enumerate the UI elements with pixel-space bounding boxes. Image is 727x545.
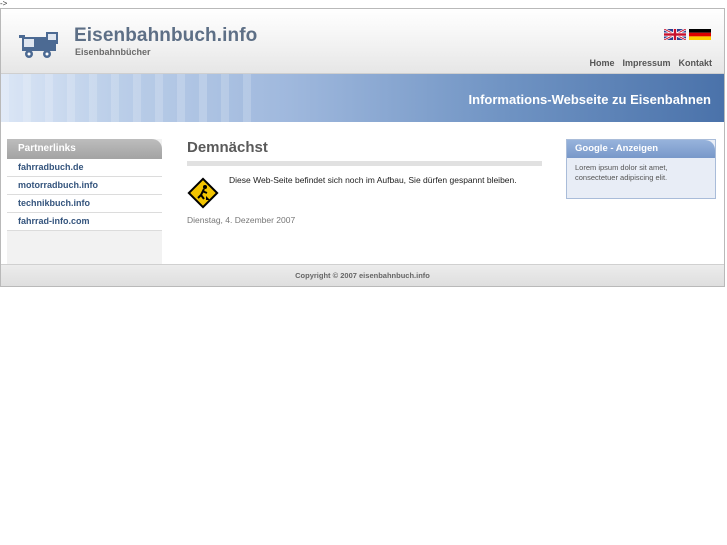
uk-flag-icon[interactable] — [664, 29, 686, 40]
site-title[interactable]: Eisenbahnbuch.info — [74, 25, 257, 47]
partner-link-fahrradbuch[interactable]: fahrradbuch.de — [7, 159, 162, 177]
nav-home[interactable]: Home — [589, 58, 614, 68]
banner: Informations-Webseite zu Eisenbahnen — [1, 74, 724, 122]
sidebar-partnerlinks: Partnerlinks fahrradbuch.de motorradbuch… — [7, 139, 162, 264]
nav-kontakt[interactable]: Kontakt — [679, 58, 713, 68]
banner-text: Informations-Webseite zu Eisenbahnen — [468, 92, 711, 107]
footer: Copyright © 2007 eisenbahnbuch.info — [1, 264, 724, 286]
partner-link-technikbuch[interactable]: technikbuch.info — [7, 195, 162, 213]
banner-decoration — [1, 74, 261, 122]
post-date: Dienstag, 4. Dezember 2007 — [187, 215, 296, 225]
nav-impressum[interactable]: Impressum — [622, 58, 670, 68]
header: Eisenbahnbuch.info Eisenbahnbücher Home … — [1, 9, 724, 74]
site-subtitle: Eisenbahnbücher — [75, 47, 151, 57]
language-flags — [664, 29, 711, 41]
stray-text: -> — [0, 0, 8, 8]
top-navigation: Home Impressum Kontakt — [589, 58, 712, 68]
locomotive-icon — [19, 32, 58, 58]
page-frame: Eisenbahnbuch.info Eisenbahnbücher Home … — [0, 8, 725, 287]
google-ads-box: Google - Anzeigen Lorem ipsum dolor sit … — [566, 139, 716, 199]
construction-notice: Diese Web-Seite befindet sich noch im Au… — [229, 175, 517, 185]
ads-title: Google - Anzeigen — [567, 140, 715, 158]
partner-link-motorradbuch[interactable]: motorradbuch.info — [7, 177, 162, 195]
title-divider — [187, 161, 542, 166]
partner-links-list: fahrradbuch.de motorradbuch.info technik… — [7, 159, 162, 231]
sidebar-title: Partnerlinks — [7, 139, 162, 159]
copyright-text: Copyright © 2007 eisenbahnbuch.info — [295, 271, 430, 280]
partner-link-fahrrad-info[interactable]: fahrrad-info.com — [7, 213, 162, 231]
german-flag-icon[interactable] — [689, 29, 711, 40]
page-title: Demnächst — [187, 139, 268, 156]
ads-text[interactable]: Lorem ipsum dolor sit amet, consectetuer… — [567, 158, 715, 188]
construction-warning-icon — [187, 177, 219, 209]
